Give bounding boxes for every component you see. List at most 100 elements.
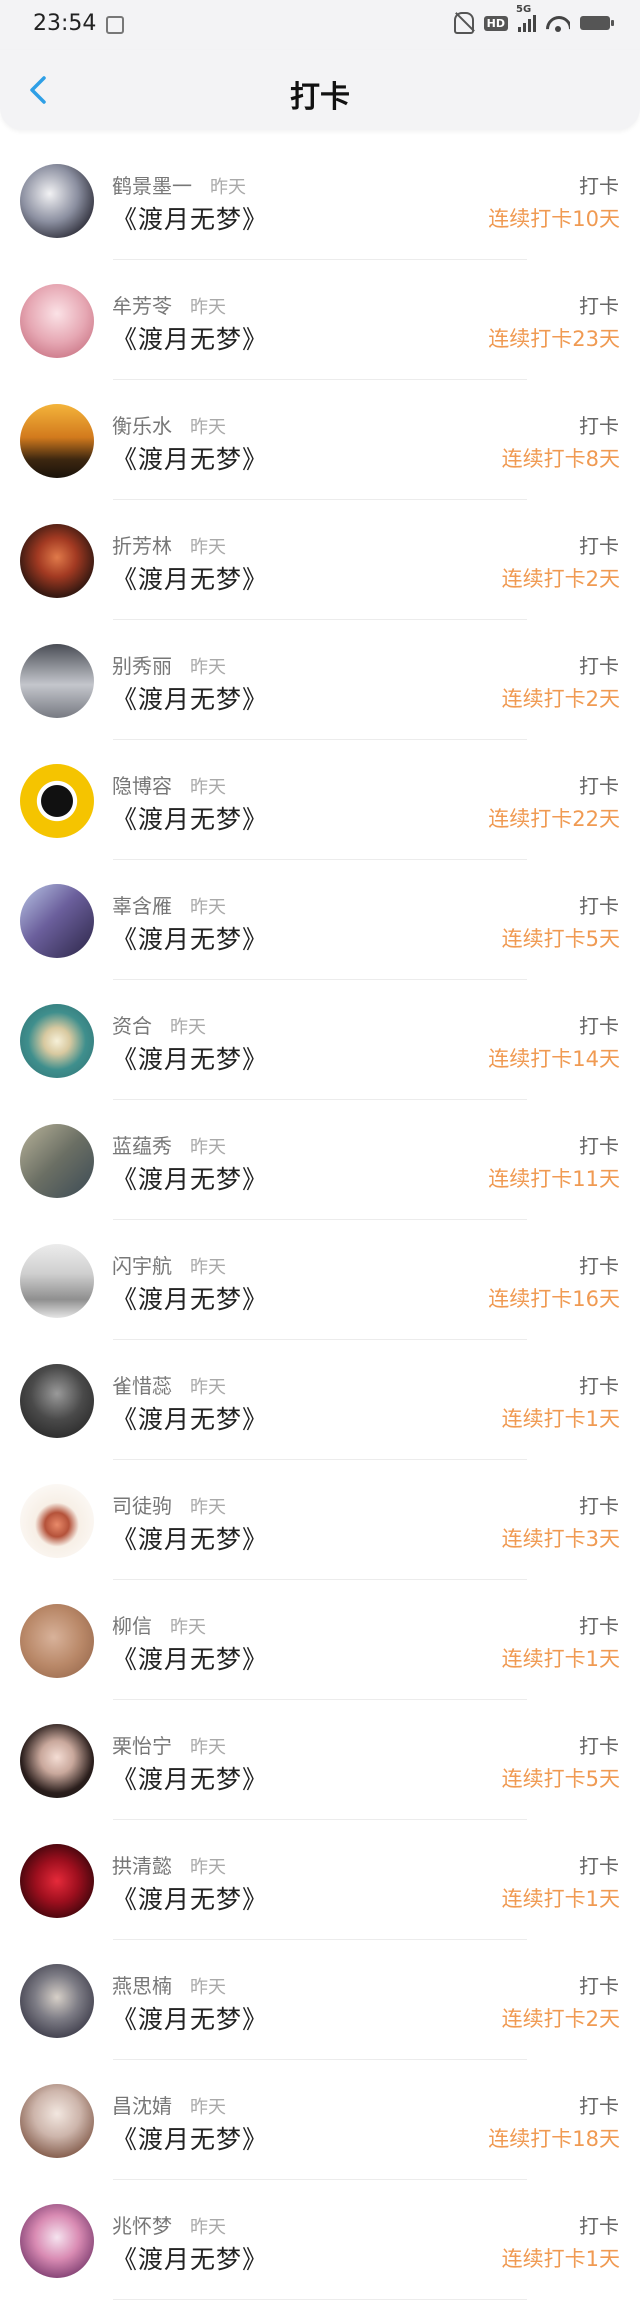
avatar[interactable]: [20, 1004, 94, 1078]
checkin-label: 打卡: [579, 414, 619, 438]
user-name-line: 栗怡宁 昨天: [112, 1730, 226, 1759]
avatar[interactable]: [20, 164, 94, 238]
book-title: 《渡月无梦》: [112, 445, 269, 474]
avatar[interactable]: [20, 764, 94, 838]
avatar[interactable]: [20, 2204, 94, 2278]
streak-label: 连续打卡3天: [501, 1527, 620, 1551]
streak-label: 连续打卡1天: [501, 1647, 620, 1671]
list-item[interactable]: 别秀丽 昨天 《渡月无梦》 打卡 连续打卡2天: [0, 620, 640, 740]
user-name[interactable]: 栗怡宁: [112, 1734, 172, 1758]
list-item[interactable]: 隐博容 昨天 《渡月无梦》 打卡 连续打卡22天: [0, 740, 640, 860]
list-item[interactable]: 燕思楠 昨天 《渡月无梦》 打卡 连续打卡2天: [0, 1940, 640, 2060]
list-item[interactable]: 闪宇航 昨天 《渡月无梦》 打卡 连续打卡16天: [0, 1220, 640, 1340]
list-item[interactable]: 昌沈婧 昨天 《渡月无梦》 打卡 连续打卡18天: [0, 2060, 640, 2180]
avatar[interactable]: [20, 284, 94, 358]
user-name[interactable]: 雀惜蕊: [112, 1374, 172, 1398]
avatar[interactable]: [20, 884, 94, 958]
user-name[interactable]: 兆怀梦: [112, 2214, 172, 2238]
user-name[interactable]: 别秀丽: [112, 654, 172, 678]
avatar[interactable]: [20, 1244, 94, 1318]
checkin-label: 打卡: [579, 2094, 619, 2118]
avatar[interactable]: [20, 644, 94, 718]
user-name[interactable]: 昌沈婧: [112, 2094, 172, 2118]
user-name[interactable]: 闪宇航: [112, 1254, 172, 1278]
time-label: 昨天: [190, 1377, 226, 1398]
checkin-label: 打卡: [579, 1374, 619, 1398]
user-name[interactable]: 资合: [112, 1014, 152, 1038]
user-name[interactable]: 隐博容: [112, 774, 172, 798]
time-label: 昨天: [190, 417, 226, 438]
streak-label: 连续打卡23天: [488, 327, 620, 351]
user-name-line: 衡乐水 昨天: [112, 410, 226, 439]
book-title: 《渡月无梦》: [112, 2245, 269, 2274]
user-name[interactable]: 衡乐水: [112, 414, 172, 438]
book-title: 《渡月无梦》: [112, 565, 269, 594]
checkin-label: 打卡: [579, 294, 619, 318]
user-name[interactable]: 牟芳苓: [112, 294, 172, 318]
user-name-line: 折芳林 昨天: [112, 530, 226, 559]
avatar[interactable]: [20, 1724, 94, 1798]
user-name-line: 蓝蕴秀 昨天: [112, 1130, 226, 1159]
time-label: 昨天: [190, 897, 226, 918]
book-title: 《渡月无梦》: [112, 1405, 269, 1434]
checkin-list: 鹤景墨一 昨天 《渡月无梦》 打卡 连续打卡10天 牟芳苓 昨天 《渡月无梦》 打卡 连续打卡23…: [0, 140, 640, 2300]
list-item[interactable]: 栗怡宁 昨天 《渡月无梦》 打卡 连续打卡5天: [0, 1700, 640, 1820]
list-item[interactable]: 拱清懿 昨天 《渡月无梦》 打卡 连续打卡1天: [0, 1820, 640, 1940]
time-label: 昨天: [170, 1017, 206, 1038]
avatar[interactable]: [20, 1364, 94, 1438]
streak-label: 连续打卡1天: [501, 1887, 620, 1911]
time-label: 昨天: [190, 657, 226, 678]
user-name[interactable]: 蓝蕴秀: [112, 1134, 172, 1158]
list-item[interactable]: 辜含雁 昨天 《渡月无梦》 打卡 连续打卡5天: [0, 860, 640, 980]
user-name-line: 辜含雁 昨天: [112, 890, 226, 919]
checkin-label: 打卡: [579, 1854, 619, 1878]
streak-label: 连续打卡18天: [488, 2127, 620, 2151]
user-name-line: 别秀丽 昨天: [112, 650, 226, 679]
list-item[interactable]: 柳信 昨天 《渡月无梦》 打卡 连续打卡1天: [0, 1580, 640, 1700]
checkin-label: 打卡: [579, 1974, 619, 1998]
avatar[interactable]: [20, 1124, 94, 1198]
avatar[interactable]: [20, 404, 94, 478]
time-label: 昨天: [190, 1737, 226, 1758]
book-title: 《渡月无梦》: [112, 1285, 269, 1314]
time-label: 昨天: [210, 177, 246, 198]
list-item[interactable]: 鹤景墨一 昨天 《渡月无梦》 打卡 连续打卡10天: [0, 140, 640, 260]
user-name[interactable]: 司徒驹: [112, 1494, 172, 1518]
time-label: 昨天: [190, 1857, 226, 1878]
streak-label: 连续打卡2天: [501, 687, 620, 711]
avatar[interactable]: [20, 1964, 94, 2038]
user-name[interactable]: 辜含雁: [112, 894, 172, 918]
list-item[interactable]: 蓝蕴秀 昨天 《渡月无梦》 打卡 连续打卡11天: [0, 1100, 640, 1220]
user-name[interactable]: 折芳林: [112, 534, 172, 558]
streak-label: 连续打卡8天: [501, 447, 620, 471]
list-item[interactable]: 司徒驹 昨天 《渡月无梦》 打卡 连续打卡3天: [0, 1460, 640, 1580]
checkin-label: 打卡: [579, 1134, 619, 1158]
list-item[interactable]: 雀惜蕊 昨天 《渡月无梦》 打卡 连续打卡1天: [0, 1340, 640, 1460]
user-name-line: 鹤景墨一 昨天: [112, 170, 246, 199]
user-name[interactable]: 柳信: [112, 1614, 152, 1638]
user-name[interactable]: 燕思楠: [112, 1974, 172, 1998]
avatar[interactable]: [20, 1604, 94, 1678]
checkin-label: 打卡: [579, 534, 619, 558]
list-item[interactable]: 折芳林 昨天 《渡月无梦》 打卡 连续打卡2天: [0, 500, 640, 620]
user-name[interactable]: 鹤景墨一: [112, 174, 192, 198]
avatar[interactable]: [20, 524, 94, 598]
streak-label: 连续打卡2天: [501, 2007, 620, 2031]
checkin-label: 打卡: [579, 1014, 619, 1038]
avatar[interactable]: [20, 2084, 94, 2158]
user-name-line: 雀惜蕊 昨天: [112, 1370, 226, 1399]
list-item[interactable]: 衡乐水 昨天《渡月无梦》 打卡连续打卡8天: [0, 380, 640, 500]
list-item[interactable]: 兆怀梦 昨天 《渡月无梦》 打卡 连续打卡1天: [0, 2180, 640, 2300]
status-bar: 23:54 HD 5G: [0, 0, 640, 50]
streak-label: 连续打卡1天: [501, 2247, 620, 2271]
checkin-label: 打卡: [579, 1614, 619, 1638]
user-name-line: 昌沈婧 昨天: [112, 2090, 226, 2119]
user-name-line: 柳信 昨天: [112, 1610, 206, 1639]
user-name[interactable]: 拱清懿: [112, 1854, 172, 1878]
list-item[interactable]: 牟芳苓 昨天 《渡月无梦》 打卡 连续打卡23天: [0, 260, 640, 380]
list-item[interactable]: 资合 昨天 《渡月无梦》 打卡 连续打卡14天: [0, 980, 640, 1100]
book-title: 《渡月无梦》: [112, 205, 269, 234]
streak-label: 连续打卡5天: [501, 1767, 620, 1791]
avatar[interactable]: [20, 1844, 94, 1918]
avatar[interactable]: [20, 1484, 94, 1558]
